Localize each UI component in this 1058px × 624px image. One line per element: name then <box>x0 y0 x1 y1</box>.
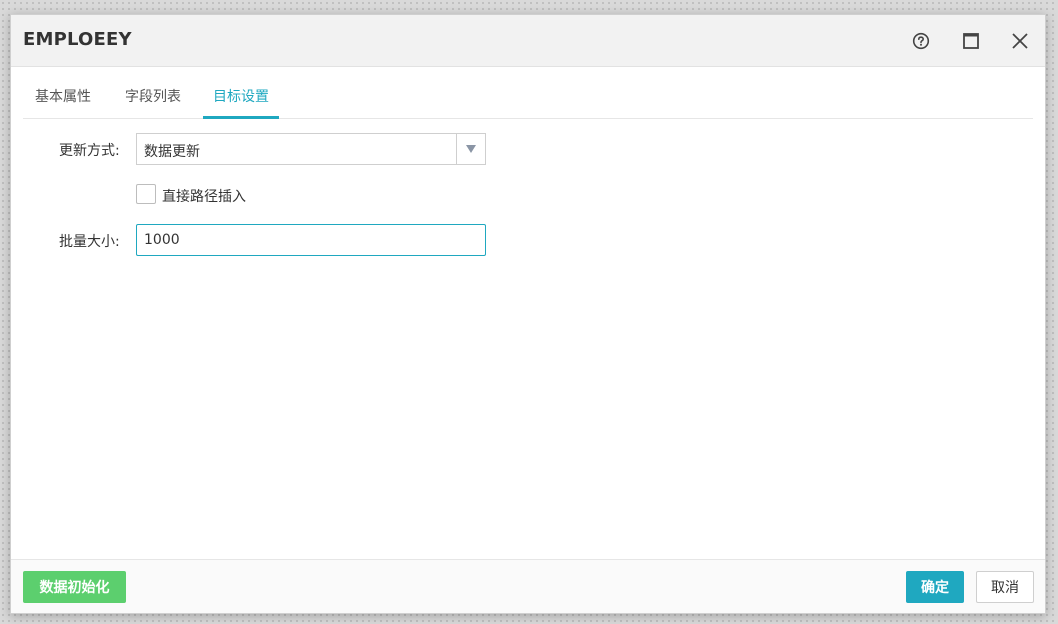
chevron-down-icon[interactable] <box>456 134 485 164</box>
tab-basic-properties[interactable]: 基本属性 <box>25 79 101 119</box>
dialog-titlebar: EMPLOEEY <box>11 15 1045 67</box>
close-icon[interactable] <box>1006 27 1034 55</box>
update-mode-value: 数据更新 <box>144 144 200 160</box>
dialog-footer: 数据初始化 确定 取消 <box>11 559 1045 613</box>
update-mode-label: 更新方式: <box>59 143 120 159</box>
confirm-button[interactable]: 确定 <box>906 571 964 603</box>
dialog-title: EMPLOEEY <box>23 29 132 50</box>
tab-field-list[interactable]: 字段列表 <box>115 79 191 119</box>
direct-path-insert-checkbox[interactable] <box>136 184 156 204</box>
data-init-button[interactable]: 数据初始化 <box>23 571 126 603</box>
tab-target-settings[interactable]: 目标设置 <box>203 79 279 119</box>
dialog: EMPLOEEY 基本属性 字段列表 目标设置 更新方式: 数据更新 直接路径插… <box>10 14 1046 614</box>
cancel-button[interactable]: 取消 <box>976 571 1034 603</box>
maximize-icon[interactable] <box>957 27 985 55</box>
help-circle-icon[interactable] <box>907 27 935 55</box>
update-mode-select[interactable]: 数据更新 <box>136 133 486 165</box>
tab-bar: 基本属性 字段列表 目标设置 <box>23 79 1033 119</box>
direct-path-insert-label: 直接路径插入 <box>162 189 246 205</box>
batch-size-input[interactable] <box>136 224 486 256</box>
batch-size-label: 批量大小: <box>59 234 120 250</box>
